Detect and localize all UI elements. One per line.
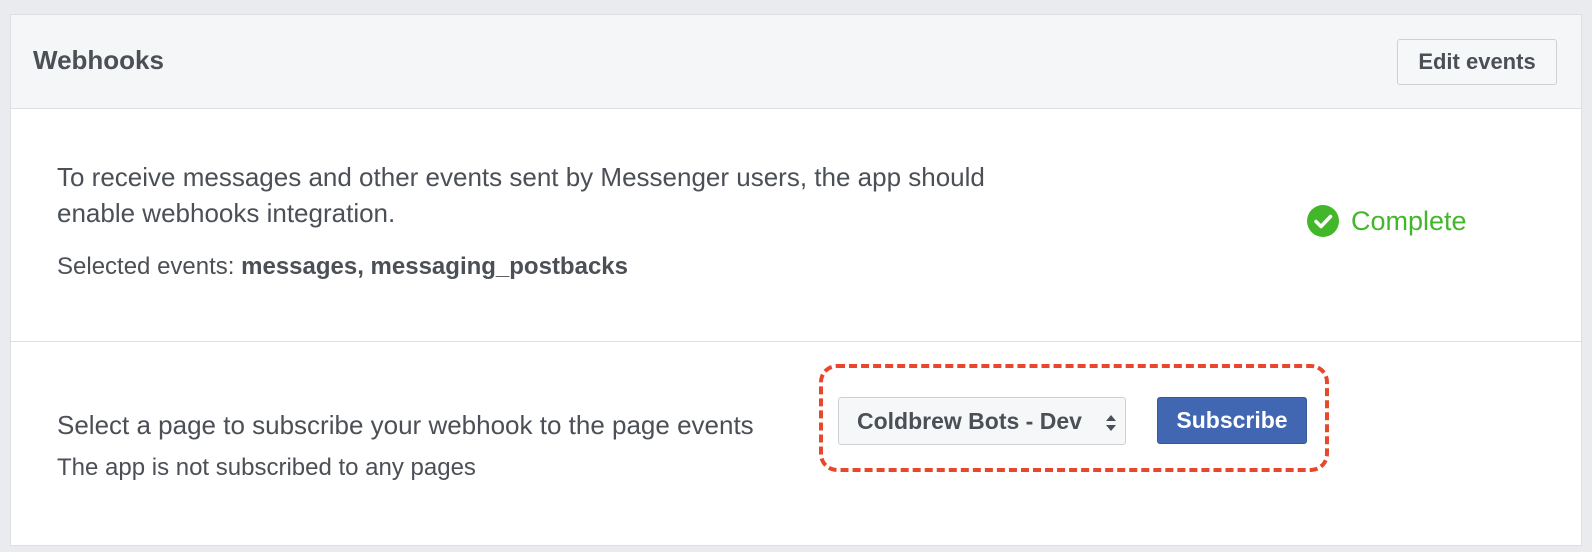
check-circle-icon [1307,205,1339,237]
webhooks-description: To receive messages and other events sen… [57,162,985,228]
page-subscription-section: Select a page to subscribe your webhook … [11,342,1581,545]
edit-events-button[interactable]: Edit events [1397,39,1557,85]
subscribe-prompt: Select a page to subscribe your webhook … [57,410,754,440]
panel-title: Webhooks [33,45,164,75]
webhooks-panel: Webhooks Edit events To receive messages… [10,14,1582,546]
subscribe-button[interactable]: Subscribe [1157,397,1307,444]
webhooks-setup-section: To receive messages and other events sen… [11,109,1581,342]
selected-events-label: Selected events: [57,253,242,280]
panel-header: Webhooks Edit events [11,15,1581,109]
status-indicator: Complete [1307,205,1467,237]
selected-events-value: messages, messaging_postbacks [241,253,628,280]
page-select[interactable]: Coldbrew Bots - Dev [838,397,1126,445]
status-label: Complete [1351,205,1467,236]
subscription-status: The app is not subscribed to any pages [57,454,476,481]
selected-events: Selected events: messages, messaging_pos… [57,253,628,281]
page-select-value: Coldbrew Bots - Dev [857,407,1082,434]
select-arrows-icon [1105,412,1117,432]
